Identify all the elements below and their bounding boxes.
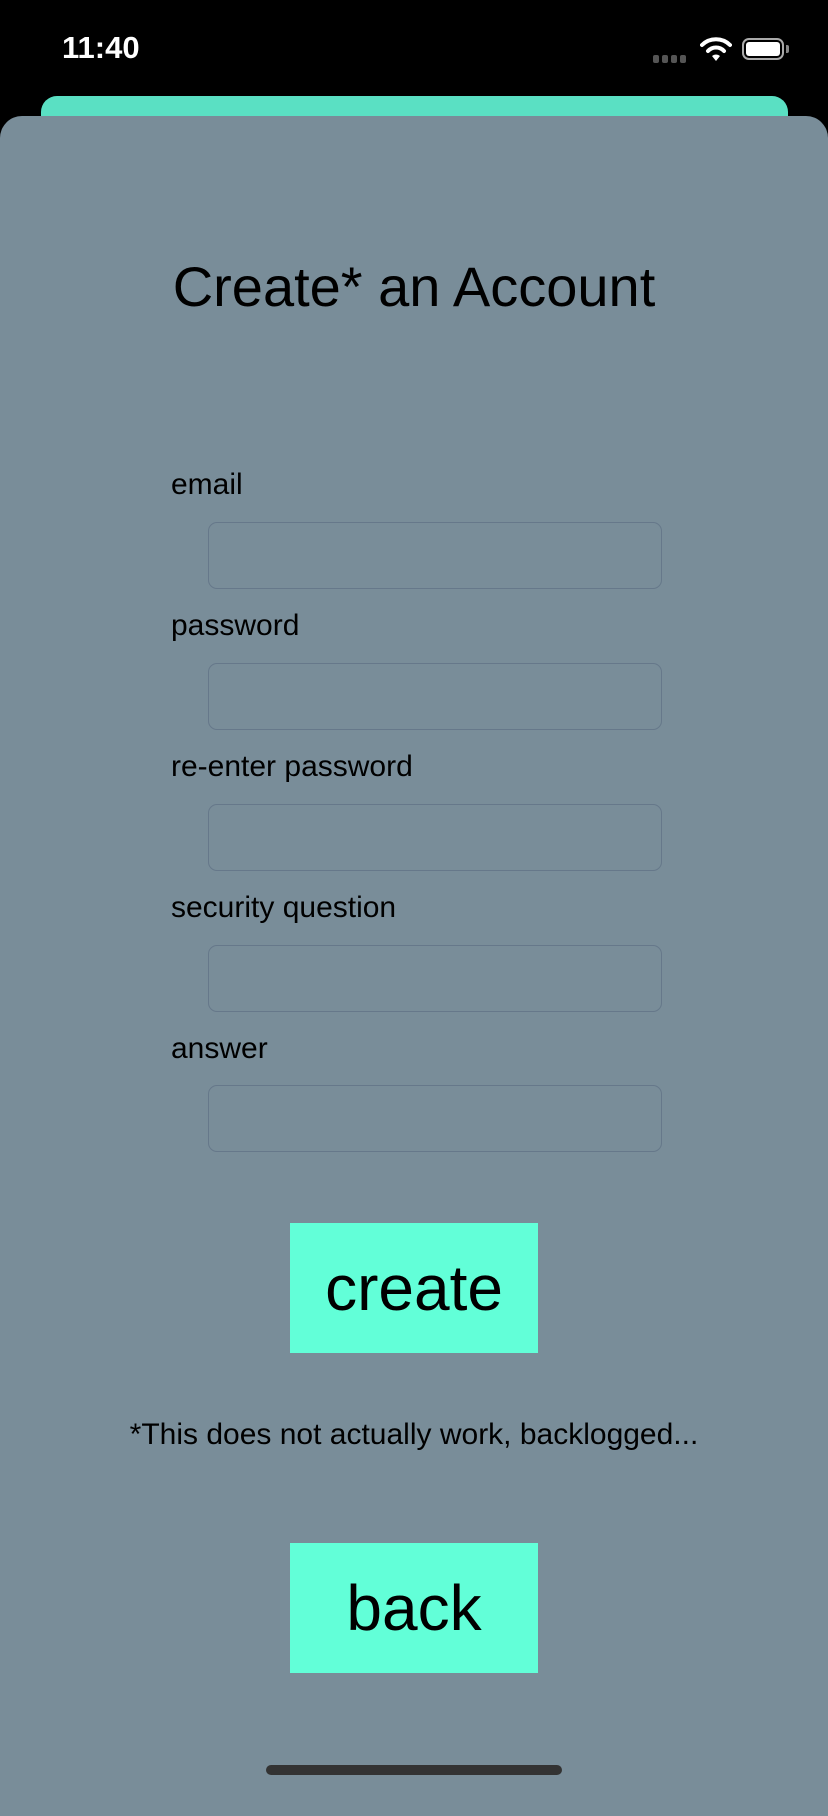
- reenter-password-field[interactable]: [208, 804, 662, 871]
- security-question-label: security question: [171, 891, 397, 924]
- reenter-password-label: re-enter password: [171, 750, 413, 783]
- signal-icon: [653, 55, 686, 63]
- home-indicator[interactable]: [266, 1765, 562, 1775]
- create-button[interactable]: create: [290, 1223, 538, 1353]
- security-question-field[interactable]: [208, 945, 662, 1012]
- password-field[interactable]: [208, 663, 662, 730]
- status-time: 11:40: [62, 30, 140, 65]
- back-button[interactable]: back: [290, 1543, 538, 1673]
- battery-icon: [742, 38, 784, 60]
- password-label: password: [171, 609, 300, 642]
- email-field[interactable]: [208, 522, 662, 589]
- email-label: email: [171, 468, 243, 501]
- page-title: Create* an Account: [172, 255, 656, 318]
- status-bar: 11:40: [0, 0, 828, 96]
- battery-tip: [786, 45, 789, 53]
- wifi-icon: [700, 37, 732, 61]
- disclaimer-note: *This does not actually work, backlogged…: [129, 1418, 699, 1451]
- answer-field[interactable]: [208, 1085, 662, 1152]
- answer-label: answer: [171, 1032, 268, 1065]
